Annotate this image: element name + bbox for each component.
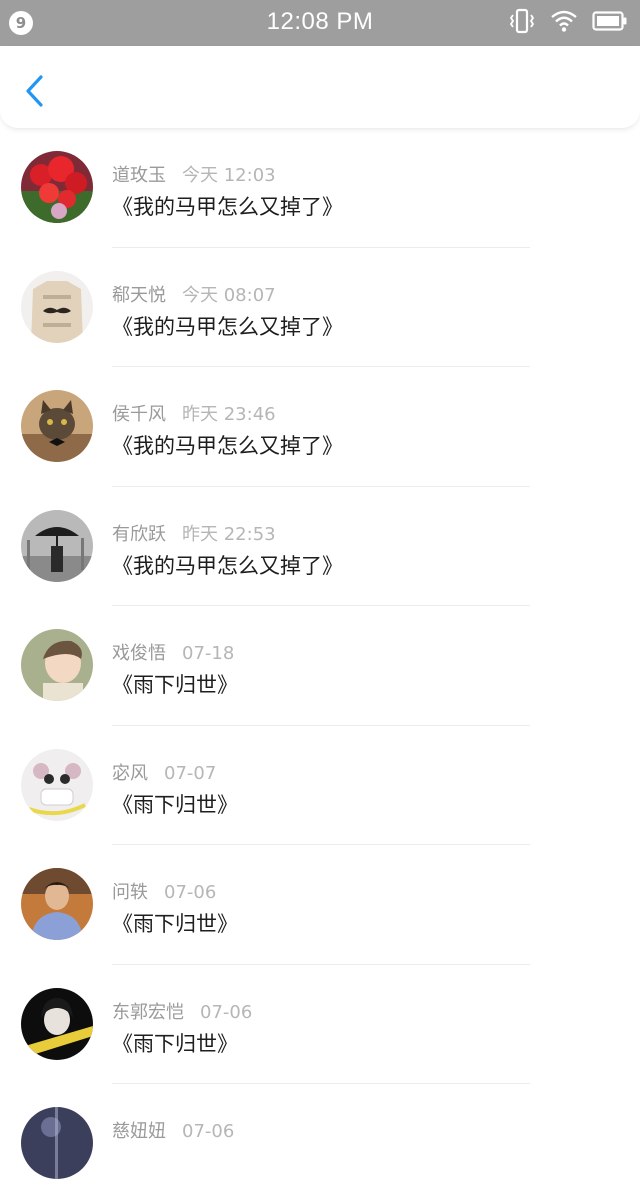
item-title: 《雨下归世》 [112, 912, 238, 936]
avatar [21, 748, 93, 821]
user-name: 戏俊悟 [112, 643, 166, 664]
message-list: 道玫玉 今天 12:03 《我的马甲怎么又掉了》 郗天悦 今天 08:07 《我的马… [0, 128, 640, 1204]
item-meta: 东郭宏恺 07-06 [112, 998, 252, 1024]
item-title: 《雨下归世》 [112, 1031, 238, 1056]
item-time: 07-06 [164, 882, 217, 903]
item-meta: 慈妞妞 07-06 [112, 1117, 234, 1143]
item-meta: 侯千风 昨天 23:46 [112, 400, 276, 426]
battery-icon [592, 10, 628, 36]
list-item[interactable]: 侯千风 昨天 23:46 《我的马甲怎么又掉了》 [0, 367, 640, 487]
item-time: 07-06 [200, 1001, 253, 1023]
avatar [21, 509, 93, 582]
item-time: 昨天 23:46 [182, 404, 276, 425]
user-name: 郗天悦 [112, 284, 166, 306]
avatar [21, 270, 93, 343]
user-name: 侯千风 [112, 404, 166, 425]
item-title: 《我的马甲怎么又掉了》 [112, 553, 343, 578]
item-title: 《雨下归世》 [112, 792, 238, 817]
wifi-icon [550, 9, 578, 37]
avatar [21, 151, 93, 223]
item-meta: 道玫玉 今天 12:03 [112, 161, 276, 187]
item-time: 昨天 22:53 [182, 523, 276, 545]
item-time: 07-18 [182, 643, 235, 664]
avatar [21, 868, 93, 940]
item-time: 今天 08:07 [182, 284, 276, 306]
item-title: 《我的马甲怎么又掉了》 [112, 434, 343, 458]
avatar [21, 1107, 93, 1179]
list-item[interactable]: 慈妞妞 07-06 [0, 1084, 640, 1204]
list-item[interactable]: 问轶 07-06 《雨下归世》 [0, 845, 640, 965]
item-title: 《我的马甲怎么又掉了》 [112, 195, 343, 219]
list-item[interactable]: 道玫玉 今天 12:03 《我的马甲怎么又掉了》 [0, 128, 640, 248]
status-bar: 9 12:08 PM [0, 0, 640, 46]
item-time: 今天 12:03 [182, 165, 276, 186]
user-name: 东郭宏恺 [112, 1001, 184, 1023]
avatar [21, 390, 93, 462]
list-item[interactable]: 东郭宏恺 07-06 《雨下归世》 [0, 965, 640, 1084]
user-name: 有欣跃 [112, 523, 166, 545]
user-name: 宓风 [112, 762, 148, 784]
list-item[interactable]: 戏俊悟 07-18 《雨下归世》 [0, 606, 640, 726]
chevron-left-icon [26, 75, 43, 107]
list-item[interactable]: 郗天悦 今天 08:07 《我的马甲怎么又掉了》 [0, 248, 640, 367]
user-name: 问轶 [112, 882, 148, 903]
vibrate-icon [508, 7, 536, 39]
item-meta: 有欣跃 昨天 22:53 [112, 520, 276, 546]
item-meta: 宓风 07-07 [112, 759, 216, 785]
nav-bar [0, 46, 640, 129]
item-title: 《我的马甲怎么又掉了》 [112, 314, 343, 339]
item-meta: 郗天悦 今天 08:07 [112, 281, 276, 307]
item-time: 07-06 [182, 1121, 235, 1142]
user-name: 道玫玉 [112, 165, 166, 186]
user-name: 慈妞妞 [112, 1121, 166, 1142]
list-item[interactable]: 宓风 07-07 《雨下归世》 [0, 726, 640, 845]
avatar [21, 629, 93, 701]
status-icons [508, 7, 628, 39]
list-item[interactable]: 有欣跃 昨天 22:53 《我的马甲怎么又掉了》 [0, 487, 640, 606]
back-button[interactable] [18, 70, 52, 112]
item-time: 07-07 [164, 762, 217, 784]
item-meta: 问轶 07-06 [112, 878, 216, 904]
item-title: 《雨下归世》 [112, 673, 238, 697]
avatar [21, 987, 93, 1060]
item-meta: 戏俊悟 07-18 [112, 639, 234, 665]
